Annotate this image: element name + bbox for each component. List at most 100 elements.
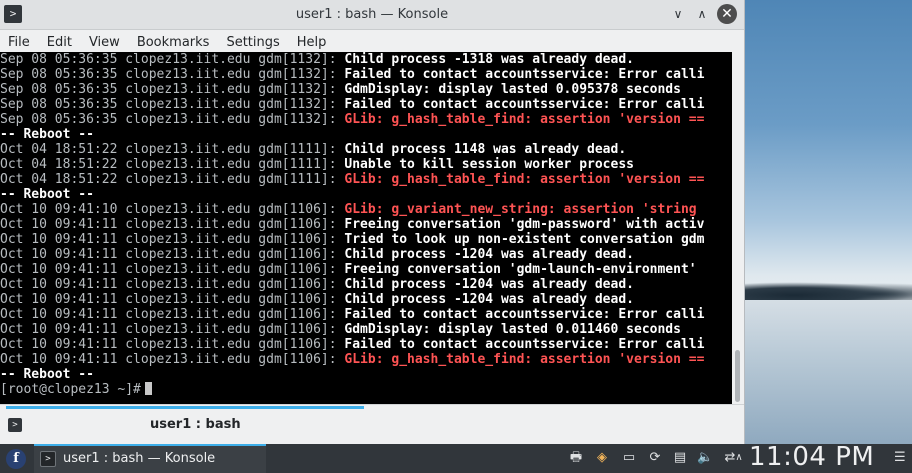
digital-clock[interactable]: 11:04 PM (749, 442, 874, 472)
log-line: Oct 10 09:41:11 clopez13.iit.edu gdm[110… (0, 217, 732, 232)
log-message: Failed to contact accountsservice: Error… (344, 67, 705, 82)
terminal-task-icon: > (40, 451, 56, 467)
log-line: Oct 10 09:41:11 clopez13.iit.edu gdm[110… (0, 262, 732, 277)
log-hostname: clopez13.iit.edu (125, 112, 251, 127)
log-process: gdm[1132]: (258, 112, 337, 127)
title-bar[interactable]: > user1 : bash — Konsole ∨ ∧ ✕ (0, 0, 744, 30)
task-label: user1 : bash — Konsole (63, 451, 216, 466)
log-message: Child process -1204 was already dead. (344, 247, 634, 262)
prompt-line[interactable]: [root@clopez13 ~]# (0, 382, 732, 397)
shell-prompt: [root@clopez13 ~]# (0, 382, 141, 397)
log-timestamp: Oct 04 18:51:22 (0, 157, 118, 172)
menu-bar: File Edit View Bookmarks Settings Help (0, 31, 744, 53)
log-timestamp: Oct 10 09:41:11 (0, 247, 118, 262)
log-hostname: clopez13.iit.edu (125, 172, 251, 187)
log-process: gdm[1106]: (258, 277, 337, 292)
log-process: gdm[1132]: (258, 52, 337, 67)
taskbar-panel: f > user1 : bash — Konsole 🖶 ◈ ▭ ⟳ ▤ 🔈 ⇄… (0, 442, 912, 473)
log-timestamp: Oct 10 09:41:10 (0, 202, 118, 217)
log-message: GLib: g_hash_table_find: assertion 'vers… (344, 172, 705, 187)
log-timestamp: Sep 08 05:36:35 (0, 97, 118, 112)
log-line: Oct 10 09:41:11 clopez13.iit.edu gdm[110… (0, 277, 732, 292)
log-message: Freeing conversation 'gdm-password' with… (344, 217, 705, 232)
log-hostname: clopez13.iit.edu (125, 67, 251, 82)
log-hostname: clopez13.iit.edu (125, 322, 251, 337)
log-timestamp: Oct 10 09:41:11 (0, 217, 118, 232)
log-message: Failed to contact accountsservice: Error… (344, 337, 705, 352)
log-process: gdm[1106]: (258, 307, 337, 322)
log-message: Freeing conversation 'gdm-launch-environ… (344, 262, 697, 277)
display-icon[interactable]: ▭ (621, 450, 637, 466)
terminal-output[interactable]: Sep 08 05:36:35 clopez13.iit.edu gdm[113… (0, 52, 732, 404)
expand-tray-icon[interactable]: ∧ (733, 450, 745, 466)
log-timestamp: Oct 10 09:41:11 (0, 262, 118, 277)
window-title: user1 : bash — Konsole (295, 7, 449, 22)
log-hostname: clopez13.iit.edu (125, 277, 251, 292)
minimize-button[interactable]: ∨ (669, 5, 687, 23)
reboot-marker: -- Reboot -- (0, 187, 732, 202)
log-line: Oct 04 18:51:22 clopez13.iit.edu gdm[111… (0, 142, 732, 157)
log-line: Sep 08 05:36:35 clopez13.iit.edu gdm[113… (0, 52, 732, 67)
log-hostname: clopez13.iit.edu (125, 82, 251, 97)
panel-options-icon[interactable]: ☰ (894, 448, 906, 468)
log-message: Unable to kill session worker process (344, 157, 634, 172)
printer-icon[interactable]: 🖶 (568, 450, 584, 466)
log-timestamp: Sep 08 05:36:35 (0, 52, 118, 67)
log-process: gdm[1111]: (258, 142, 337, 157)
log-line: Oct 10 09:41:11 clopez13.iit.edu gdm[110… (0, 232, 732, 247)
log-process: gdm[1111]: (258, 157, 337, 172)
close-button[interactable]: ✕ (717, 4, 737, 24)
log-hostname: clopez13.iit.edu (125, 247, 251, 262)
updates-icon[interactable]: ⟳ (647, 450, 663, 466)
log-hostname: clopez13.iit.edu (125, 157, 251, 172)
log-timestamp: Oct 10 09:41:11 (0, 322, 118, 337)
log-timestamp: Oct 10 09:41:11 (0, 292, 118, 307)
log-timestamp: Oct 10 09:41:11 (0, 277, 118, 292)
application-launcher-icon[interactable]: f (6, 449, 26, 469)
log-timestamp: Sep 08 05:36:35 (0, 112, 118, 127)
tab-user1-bash[interactable]: user1 : bash (150, 417, 241, 432)
log-timestamp: Oct 10 09:41:11 (0, 337, 118, 352)
text-cursor (144, 382, 152, 395)
menu-file[interactable]: File (8, 35, 38, 50)
log-line: Oct 04 18:51:22 clopez13.iit.edu gdm[111… (0, 172, 732, 187)
log-message: GLib: g_variant_new_string: assertion 's… (344, 202, 697, 217)
menu-view[interactable]: View (89, 35, 128, 50)
log-process: gdm[1132]: (258, 97, 337, 112)
menu-help[interactable]: Help (297, 35, 335, 50)
log-line: Sep 08 05:36:35 clopez13.iit.edu gdm[113… (0, 82, 732, 97)
log-message: GdmDisplay: display lasted 0.095378 seco… (344, 82, 681, 97)
log-message: GLib: g_hash_table_find: assertion 'vers… (344, 112, 705, 127)
log-hostname: clopez13.iit.edu (125, 142, 251, 157)
log-message: Child process 1148 was already dead. (344, 142, 627, 157)
log-message: GLib: g_hash_table_find: assertion 'vers… (344, 352, 705, 367)
task-active-indicator (34, 444, 266, 446)
menu-settings[interactable]: Settings (226, 35, 287, 50)
log-timestamp: Oct 10 09:41:11 (0, 307, 118, 322)
log-timestamp: Sep 08 05:36:35 (0, 82, 118, 97)
log-hostname: clopez13.iit.edu (125, 262, 251, 277)
log-line: Oct 10 09:41:10 clopez13.iit.edu gdm[110… (0, 202, 732, 217)
menu-bookmarks[interactable]: Bookmarks (137, 35, 218, 50)
log-hostname: clopez13.iit.edu (125, 202, 251, 217)
reboot-text: -- Reboot -- (0, 187, 94, 202)
volume-icon[interactable]: 🔈 (697, 450, 713, 466)
log-process: gdm[1106]: (258, 217, 337, 232)
log-process: gdm[1106]: (258, 337, 337, 352)
maximize-button[interactable]: ∧ (693, 5, 711, 23)
task-konsole[interactable]: > user1 : bash — Konsole (34, 444, 266, 473)
scrollbar-thumb[interactable] (735, 350, 740, 402)
terminal-scrollbar[interactable] (732, 52, 744, 404)
clipboard-icon[interactable]: ▤ (672, 450, 688, 466)
log-hostname: clopez13.iit.edu (125, 52, 251, 67)
log-hostname: clopez13.iit.edu (125, 352, 251, 367)
log-message: Failed to contact accountsservice: Error… (344, 307, 705, 322)
log-timestamp: Oct 10 09:41:11 (0, 232, 118, 247)
menu-edit[interactable]: Edit (47, 35, 80, 50)
log-line: Sep 08 05:36:35 clopez13.iit.edu gdm[113… (0, 97, 732, 112)
terminal-tab-icon: > (8, 418, 22, 432)
package-updater-icon[interactable]: ◈ (594, 450, 610, 466)
log-line: Oct 10 09:41:11 clopez13.iit.edu gdm[110… (0, 322, 732, 337)
log-process: gdm[1106]: (258, 292, 337, 307)
log-process: gdm[1106]: (258, 202, 337, 217)
